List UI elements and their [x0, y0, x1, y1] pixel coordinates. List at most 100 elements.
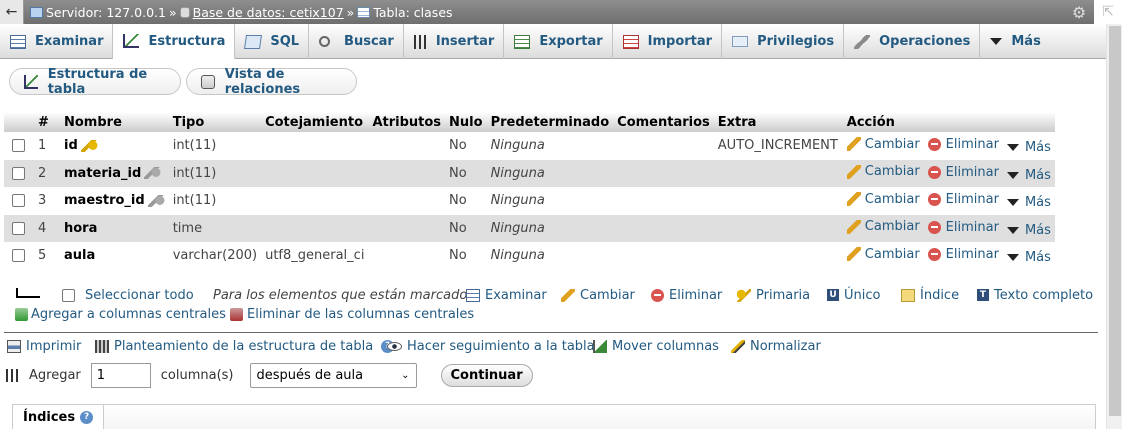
drop-button[interactable]: Eliminar	[927, 165, 999, 180]
scrollbar-thumb[interactable]	[1109, 26, 1121, 416]
delete-icon	[927, 193, 941, 206]
column-extra: AUTO_INCREMENT	[713, 132, 843, 160]
header-default[interactable]: Predeterminado	[486, 112, 614, 132]
breadcrumb-table[interactable]: Tabla: clases	[357, 5, 453, 20]
tab-exportar[interactable]: Exportar	[504, 24, 613, 59]
row-checkbox[interactable]	[4, 242, 34, 270]
column-attributes	[368, 132, 446, 160]
row-checkbox[interactable]	[4, 132, 34, 160]
more-button[interactable]: Más	[1006, 168, 1051, 183]
header-attributes[interactable]: Atributos	[368, 112, 446, 132]
indexes-tab[interactable]: Índices ?	[12, 404, 105, 429]
more-button[interactable]: Más	[1006, 250, 1051, 265]
column-null: No	[445, 187, 487, 215]
more-button[interactable]: Más	[1006, 140, 1051, 155]
change-button[interactable]: Cambiar	[846, 219, 920, 234]
breadcrumb-server[interactable]: Servidor: 127.0.0.1	[30, 5, 166, 20]
drop-button[interactable]: Eliminar	[927, 247, 999, 262]
header-collation[interactable]: Cotejamiento	[261, 112, 369, 132]
print-link[interactable]: Imprimir	[7, 339, 81, 354]
table-row[interactable]: 3 maestro_id int(11) No Ninguna Cambiar Elimin…	[4, 187, 1055, 215]
column-comments	[613, 242, 714, 270]
bulk-drop-button[interactable]: Eliminar	[651, 288, 722, 303]
continue-button[interactable]: Continuar	[440, 363, 533, 387]
breadcrumb-database[interactable]: Base de datos: cetix107	[179, 5, 344, 20]
table-row[interactable]: 2 materia_id int(11) No Ninguna Cambiar Elimin…	[4, 159, 1055, 187]
table-row[interactable]: 4 hora time No Ninguna Cambiar Eliminar Más	[4, 214, 1055, 242]
column-attributes	[368, 214, 446, 242]
remove-central-columns-button[interactable]: Eliminar de las columnas centrales	[230, 307, 474, 322]
drop-button[interactable]: Eliminar	[927, 220, 999, 235]
tab-sql[interactable]: SQL	[235, 24, 310, 59]
bulk-primary-button[interactable]: Primaria	[737, 288, 810, 303]
add-label: Agregar	[29, 367, 81, 383]
column-attributes	[368, 187, 446, 215]
header-null[interactable]: Nulo	[445, 112, 487, 132]
breadcrumb: ← Servidor: 127.0.0.1 » Base de datos: c…	[0, 0, 1122, 24]
row-checkbox[interactable]	[4, 214, 34, 242]
column-collation	[261, 187, 369, 215]
back-arrow-icon[interactable]: ←	[0, 0, 24, 24]
tab-importar[interactable]: Importar	[613, 24, 723, 59]
tab-mas[interactable]: Más	[980, 24, 1049, 59]
collapse-icon[interactable]: ⇱	[1094, 0, 1122, 24]
move-columns-link[interactable]: Mover columnas	[593, 339, 719, 354]
drop-button[interactable]: Eliminar	[927, 192, 999, 207]
change-button[interactable]: Cambiar	[846, 164, 920, 179]
help-icon[interactable]: ?	[80, 410, 94, 424]
select-all-checkbox[interactable]: Seleccionar todo	[62, 288, 194, 303]
propose-structure-link[interactable]: Planteamiento de la estructura de tabla …	[95, 339, 395, 354]
tab-examinar[interactable]: Examinar	[0, 24, 114, 59]
header-checkbox-col	[4, 112, 34, 132]
tab-operaciones[interactable]: Operaciones	[844, 24, 981, 59]
table-row[interactable]: 1 id int(11) No Ninguna AUTO_INCREMENT Cambiar…	[4, 132, 1055, 160]
select-all-label[interactable]: Seleccionar todo	[85, 288, 194, 303]
header-type[interactable]: Tipo	[168, 112, 262, 132]
header-comments[interactable]: Comentarios	[613, 112, 714, 132]
column-default: Ninguna	[486, 242, 614, 270]
normalize-link[interactable]: Normalizar	[731, 339, 821, 354]
bulk-change-button[interactable]: Cambiar	[561, 288, 635, 303]
add-column-count-input[interactable]	[90, 362, 151, 388]
import-icon	[622, 34, 639, 49]
more-button[interactable]: Más	[1006, 223, 1051, 238]
delete-icon	[927, 165, 941, 179]
change-button[interactable]: Cambiar	[846, 137, 920, 152]
bulk-browse-button[interactable]: Examinar	[466, 288, 547, 303]
vertical-scrollbar[interactable]	[1106, 24, 1122, 429]
delete-icon	[927, 138, 941, 151]
row-checkbox[interactable]	[4, 159, 34, 187]
change-button[interactable]: Cambiar	[846, 192, 920, 207]
browse-icon	[10, 34, 26, 49]
unique-icon: U	[827, 289, 839, 301]
change-button[interactable]: Cambiar	[846, 247, 920, 262]
chevron-down-icon	[1006, 254, 1019, 261]
indexes-panel	[12, 404, 1096, 429]
add-central-icon	[15, 308, 28, 321]
row-number: 2	[34, 159, 60, 187]
tab-privilegios[interactable]: Privilegios	[722, 24, 845, 59]
drop-button[interactable]: Eliminar	[927, 137, 999, 152]
more-button[interactable]: Más	[1006, 195, 1051, 210]
tab-estructura[interactable]: Estructura	[113, 24, 236, 59]
tab-insertar[interactable]: Insertar	[404, 24, 505, 59]
print-icon	[7, 340, 21, 353]
bulk-actions: Seleccionar todo Para los elementos que …	[0, 285, 1100, 305]
column-type: time	[168, 214, 262, 242]
tab-buscar[interactable]: Buscar	[309, 24, 404, 59]
table-row[interactable]: 5 aula varchar(200) utf8_general_ci No Ningun…	[4, 242, 1055, 270]
header-name[interactable]: Nombre	[60, 112, 169, 132]
bulk-index-button[interactable]: Índice	[901, 288, 959, 303]
add-central-columns-button[interactable]: Agregar a columnas centrales	[15, 307, 226, 322]
column-null: No	[445, 159, 487, 187]
track-table-link[interactable]: Hacer seguimiento a la tabla	[387, 339, 595, 354]
column-null: No	[445, 242, 487, 270]
bulk-fulltext-button[interactable]: T Texto completo	[977, 288, 1093, 303]
settings-gear-icon[interactable]: ⚙	[1064, 3, 1094, 22]
relation-view-button[interactable]: Vista de relaciones	[186, 67, 357, 97]
column-position-select[interactable]: después de aula ⌄	[249, 362, 417, 388]
header-extra[interactable]: Extra	[713, 112, 843, 132]
bulk-unique-button[interactable]: U Único	[827, 288, 880, 303]
row-checkbox[interactable]	[4, 187, 34, 215]
structure-tab-button[interactable]: Estructura de tabla	[9, 67, 181, 97]
